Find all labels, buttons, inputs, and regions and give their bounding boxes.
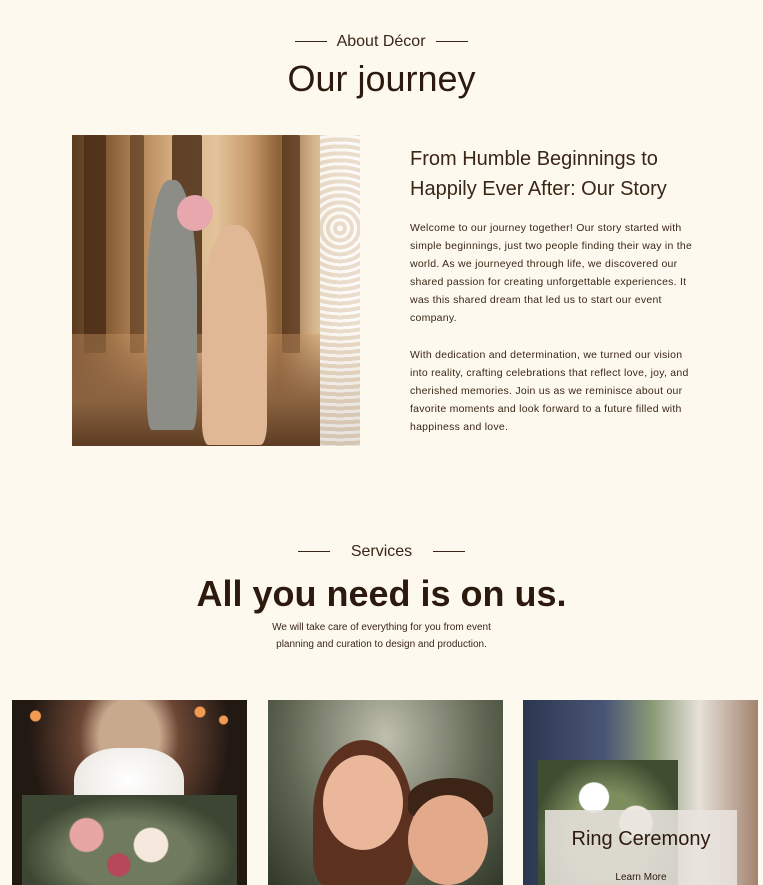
services-title: All you need is on us. — [196, 573, 567, 614]
bouquet — [22, 795, 237, 885]
learn-more-link[interactable]: Learn More — [545, 872, 737, 883]
eyebrow-divider-left — [298, 551, 331, 553]
bride-figure — [202, 225, 267, 445]
service-card-bridal[interactable] — [12, 700, 247, 885]
about-eyebrow-label: About Décor — [336, 33, 426, 50]
flower-garland — [320, 135, 360, 446]
groom-face — [408, 795, 488, 885]
eyebrow-divider-right — [432, 551, 465, 553]
service-card-couple[interactable] — [268, 700, 503, 885]
services-eyebrow-label: Services — [350, 543, 413, 560]
services-description-text: We will take care of everything for you … — [272, 622, 491, 650]
tree-trunk — [84, 135, 106, 353]
bouquet — [177, 195, 213, 231]
service-card-title: Ring Ceremony — [571, 828, 711, 850]
story-paragraph: With dedication and determination, we tu… — [410, 349, 689, 433]
tree-trunk — [282, 135, 300, 353]
bride-face — [323, 755, 403, 850]
story-paragraph: Welcome to our journey together! Our sto… — [410, 222, 693, 324]
string-lights — [12, 700, 247, 740]
services-eyebrow: Services — [0, 543, 763, 561]
couple-photo — [72, 135, 360, 446]
about-eyebrow: About Décor — [0, 33, 763, 51]
services-description: We will take care of everything for you … — [0, 619, 763, 653]
about-title: Our journey — [287, 58, 476, 99]
eyebrow-divider-left — [295, 41, 328, 43]
service-card-ring-ceremony[interactable]: Ring Ceremony Learn More — [523, 700, 758, 885]
story-title: From Humble Beginnings to Happily Ever A… — [410, 148, 667, 200]
eyebrow-divider-right — [435, 41, 468, 43]
tree-trunk — [130, 135, 144, 353]
